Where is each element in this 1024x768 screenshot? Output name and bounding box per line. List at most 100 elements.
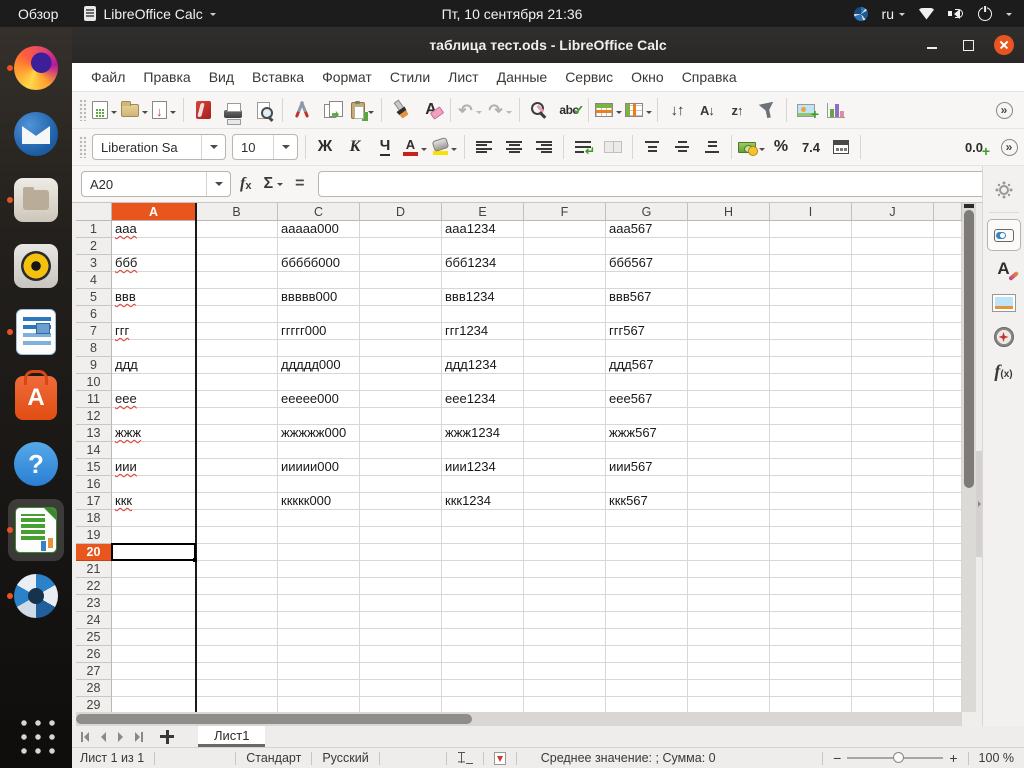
row-header-22[interactable]: 22: [76, 578, 112, 595]
cell-D1[interactable]: [360, 221, 442, 238]
cell-A25[interactable]: [112, 629, 196, 646]
volume-icon[interactable]: [948, 7, 964, 20]
chevron-down-icon[interactable]: [646, 111, 652, 117]
cell-E19[interactable]: [442, 527, 524, 544]
cell-B24[interactable]: [196, 612, 278, 629]
row-header-23[interactable]: 23: [76, 595, 112, 612]
undo-button[interactable]: ↶: [456, 96, 484, 124]
cell-A24[interactable]: [112, 612, 196, 629]
chevron-down-icon[interactable]: [111, 111, 117, 117]
cell-D10[interactable]: [360, 374, 442, 391]
cell-F7[interactable]: [524, 323, 606, 340]
cell-E8[interactable]: [442, 340, 524, 357]
cell-B2[interactable]: [196, 238, 278, 255]
cell-A29[interactable]: [112, 697, 196, 712]
cell-D29[interactable]: [360, 697, 442, 712]
cell-partial-4[interactable]: [934, 272, 962, 289]
cell-I25[interactable]: [770, 629, 852, 646]
chevron-down-icon[interactable]: [1006, 13, 1012, 19]
cell-H19[interactable]: [688, 527, 770, 544]
cell-F14[interactable]: [524, 442, 606, 459]
cell-I12[interactable]: [770, 408, 852, 425]
cell-H15[interactable]: [688, 459, 770, 476]
cell-E3[interactable]: ббб1234: [442, 255, 524, 272]
cell-H25[interactable]: [688, 629, 770, 646]
row-header-13[interactable]: 13: [76, 425, 112, 442]
cell-I9[interactable]: [770, 357, 852, 374]
cell-E5[interactable]: ввв1234: [442, 289, 524, 306]
column-header-J[interactable]: J: [852, 203, 934, 221]
cell-D8[interactable]: [360, 340, 442, 357]
cell-H4[interactable]: [688, 272, 770, 289]
cell-F28[interactable]: [524, 680, 606, 697]
sidebar-tab-navigator[interactable]: [987, 321, 1021, 353]
cell-B10[interactable]: [196, 374, 278, 391]
cell-J23[interactable]: [852, 595, 934, 612]
cell-E21[interactable]: [442, 561, 524, 578]
cell-B13[interactable]: [196, 425, 278, 442]
cell-A15[interactable]: иии: [112, 459, 196, 476]
cell-G15[interactable]: иии567: [606, 459, 688, 476]
cell-A16[interactable]: [112, 476, 196, 493]
cell-D17[interactable]: [360, 493, 442, 510]
cell-E7[interactable]: ггг1234: [442, 323, 524, 340]
cell-J28[interactable]: [852, 680, 934, 697]
cell-J4[interactable]: [852, 272, 934, 289]
app-menu[interactable]: LibreOffice Calc: [84, 6, 215, 22]
cell-H5[interactable]: [688, 289, 770, 306]
cell-B25[interactable]: [196, 629, 278, 646]
toolbar-overflow-button[interactable]: »: [995, 133, 1023, 161]
cell-C14[interactable]: [278, 442, 360, 459]
formula-icon[interactable]: =: [295, 175, 304, 193]
document-modified-icon[interactable]: [494, 752, 506, 765]
dock-item-calc[interactable]: [0, 497, 72, 563]
cell-I5[interactable]: [770, 289, 852, 306]
cell-partial-5[interactable]: [934, 289, 962, 306]
menu-Вид[interactable]: Вид: [200, 65, 243, 89]
cell-H21[interactable]: [688, 561, 770, 578]
cell-D9[interactable]: [360, 357, 442, 374]
dock-item-show-apps[interactable]: [0, 702, 72, 768]
cell-A23[interactable]: [112, 595, 196, 612]
cell-J14[interactable]: [852, 442, 934, 459]
font-name-dropdown[interactable]: [201, 135, 225, 159]
column-header-F[interactable]: F: [524, 203, 606, 221]
cell-A21[interactable]: [112, 561, 196, 578]
date-format-button[interactable]: [827, 133, 855, 161]
cell-G27[interactable]: [606, 663, 688, 680]
cell-A2[interactable]: [112, 238, 196, 255]
cell-G18[interactable]: [606, 510, 688, 527]
cell-C1[interactable]: ааааа000: [278, 221, 360, 238]
cell-G5[interactable]: ввв567: [606, 289, 688, 306]
cell-E16[interactable]: [442, 476, 524, 493]
cell-G6[interactable]: [606, 306, 688, 323]
cell-J8[interactable]: [852, 340, 934, 357]
align-bottom-button[interactable]: [698, 133, 726, 161]
cell-C16[interactable]: [278, 476, 360, 493]
cell-J5[interactable]: [852, 289, 934, 306]
cell-F21[interactable]: [524, 561, 606, 578]
cell-A6[interactable]: [112, 306, 196, 323]
cell-J18[interactable]: [852, 510, 934, 527]
cell-C4[interactable]: [278, 272, 360, 289]
last-sheet-button[interactable]: [129, 729, 146, 745]
wrap-text-button[interactable]: [569, 133, 597, 161]
cell-B19[interactable]: [196, 527, 278, 544]
cell-B3[interactable]: [196, 255, 278, 272]
dock-item-firefox[interactable]: [0, 35, 72, 101]
cell-B27[interactable]: [196, 663, 278, 680]
sidebar-tab-sidebar-settings[interactable]: [987, 174, 1021, 206]
cell-G28[interactable]: [606, 680, 688, 697]
column-header-H[interactable]: H: [688, 203, 770, 221]
menu-Стили[interactable]: Стили: [381, 65, 439, 89]
copy-button[interactable]: [318, 96, 346, 124]
menu-Правка[interactable]: Правка: [134, 65, 199, 89]
cell-J15[interactable]: [852, 459, 934, 476]
row-header-6[interactable]: 6: [76, 306, 112, 323]
cell-partial-2[interactable]: [934, 238, 962, 255]
cell-G2[interactable]: [606, 238, 688, 255]
row-header-9[interactable]: 9: [76, 357, 112, 374]
cell-J29[interactable]: [852, 697, 934, 712]
cell-partial-1[interactable]: [934, 221, 962, 238]
cell-B17[interactable]: [196, 493, 278, 510]
